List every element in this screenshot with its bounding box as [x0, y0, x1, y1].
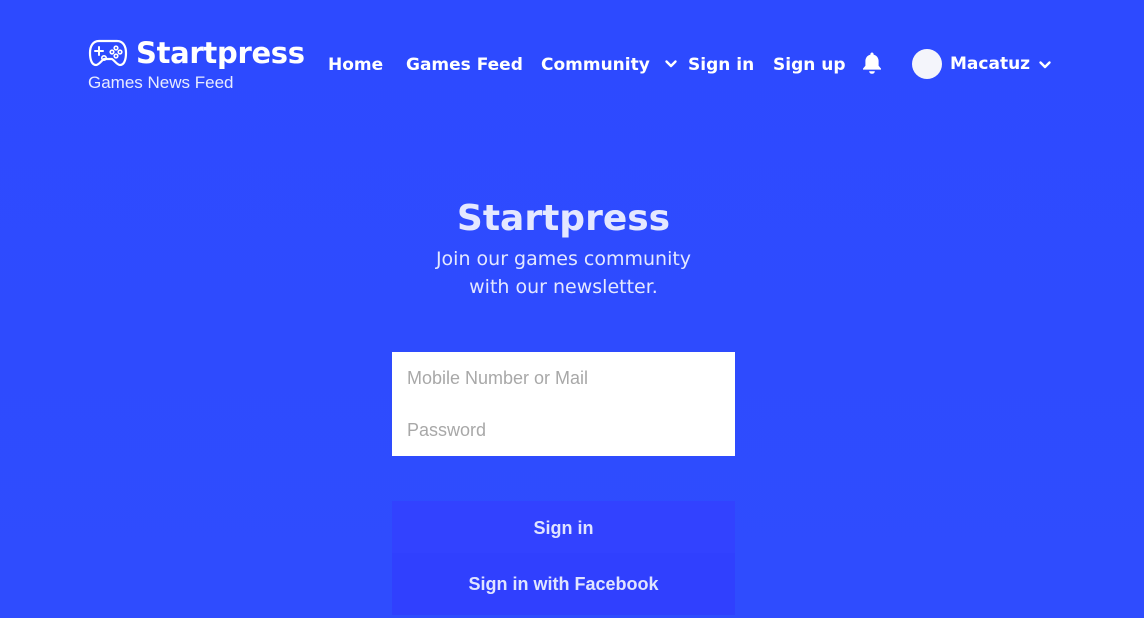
bell-icon[interactable] — [861, 51, 883, 75]
chevron-down-icon — [1038, 57, 1052, 71]
user-menu[interactable]: Macatuz — [912, 49, 1052, 79]
hero-subtitle: Join our games community with our newsle… — [0, 245, 1127, 301]
nav-item-games-feed[interactable]: Games Feed — [406, 50, 523, 80]
password-input[interactable] — [392, 404, 735, 456]
hero-subtitle-line2: with our newsletter. — [469, 276, 658, 298]
facebook-signin-button[interactable]: Sign in with Facebook — [392, 553, 735, 615]
nav-item-community[interactable]: Community — [541, 50, 678, 80]
field-box — [392, 352, 735, 456]
nav-item-home[interactable]: Home — [328, 50, 383, 80]
avatar — [912, 49, 942, 79]
page: Startpress Games News Feed Home Games Fe… — [0, 0, 1144, 618]
sign-in-button[interactable]: Sign in — [392, 501, 735, 553]
hero-subtitle-line1: Join our games community — [435, 248, 692, 270]
signin-form: Sign in Sign in with Facebook — [392, 352, 735, 615]
hero-title: Startpress — [456, 198, 671, 239]
nav-item-sign-in[interactable]: Sign in — [688, 50, 754, 80]
nav-item-sign-up[interactable]: Sign up — [773, 50, 846, 80]
nav-item-community-label: Community — [541, 55, 650, 75]
user-name: Macatuz — [950, 54, 1031, 74]
site-header: Startpress Games News Feed Home Games Fe… — [0, 0, 1144, 110]
username-input[interactable] — [392, 352, 735, 404]
chevron-down-icon — [664, 51, 678, 68]
